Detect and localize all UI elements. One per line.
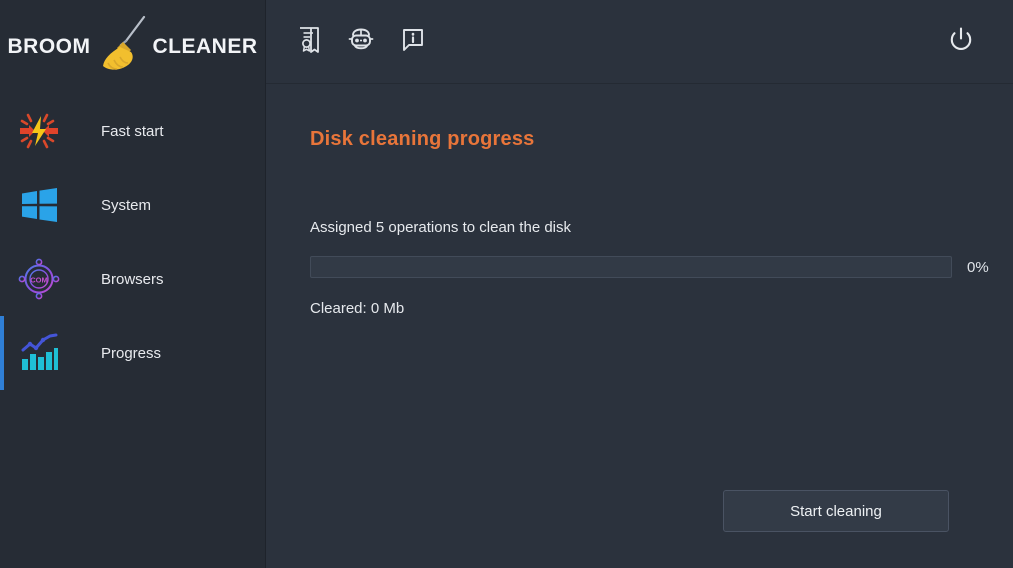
windows-logo-icon	[14, 180, 64, 230]
progress-percent-label: 0%	[967, 258, 989, 276]
sidebar-item-label: Browsers	[101, 270, 164, 288]
sidebar-item-browsers[interactable]: COM Browsers	[0, 242, 265, 316]
main-panel: Disk cleaning progress Assigned 5 operat…	[266, 0, 1013, 568]
info-button[interactable]	[398, 25, 428, 59]
app-logo-text: BROOM CLEANER	[7, 15, 258, 77]
cleared-text: Cleared: 0 Mb	[310, 300, 405, 317]
lightning-bolt-icon	[14, 106, 64, 156]
sidebar: BROOM CLEANER Fast start System COM Brow…	[0, 0, 266, 568]
action-row: Start cleaning	[266, 490, 1013, 532]
page-title: Disk cleaning progress	[310, 128, 535, 150]
top-toolbar	[266, 0, 1013, 84]
sidebar-item-system[interactable]: System	[0, 168, 265, 242]
info-bubble-icon	[401, 27, 425, 56]
start-cleaning-button[interactable]: Start cleaning	[723, 490, 949, 532]
certificate-icon	[297, 26, 321, 57]
certificate-button[interactable]	[294, 25, 324, 59]
broom-icon	[90, 15, 152, 77]
app-window: BROOM CLEANER Fast start System COM Brow…	[0, 0, 1013, 568]
sidebar-item-progress[interactable]: Progress	[0, 316, 265, 390]
app-logo: BROOM CLEANER	[0, 0, 265, 88]
sidebar-item-label: Fast start	[101, 122, 164, 140]
sidebar-nav: Fast start System COM Browsers Progress	[0, 88, 265, 390]
power-button[interactable]	[943, 24, 979, 60]
brand-word-right: CLEANER	[152, 35, 258, 58]
power-icon	[946, 25, 976, 58]
toolbar-icon-group	[294, 25, 428, 59]
sidebar-item-fast-start[interactable]: Fast start	[0, 94, 265, 168]
sidebar-item-label: System	[101, 196, 152, 214]
sidebar-item-label: Progress	[101, 344, 162, 362]
bar-chart-trend-icon	[14, 328, 64, 378]
svg-text:COM: COM	[30, 275, 48, 284]
progress-bar[interactable]	[310, 256, 952, 278]
progress-row: 0%	[310, 256, 1013, 278]
content-area: Disk cleaning progress Assigned 5 operat…	[266, 84, 1013, 568]
brand-word-left: BROOM	[7, 35, 91, 58]
robot-icon	[348, 27, 374, 56]
operations-text: Assigned 5 operations to clean the disk	[310, 219, 571, 236]
robot-button[interactable]	[346, 25, 376, 59]
compass-com-icon: COM	[14, 254, 64, 304]
